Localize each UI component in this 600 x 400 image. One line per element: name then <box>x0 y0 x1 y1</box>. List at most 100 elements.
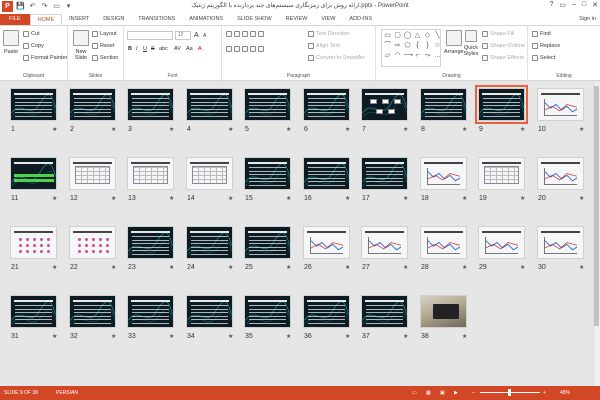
transition-star-icon[interactable]: ★ <box>462 264 467 271</box>
transition-star-icon[interactable]: ★ <box>169 195 174 202</box>
tab-transitions[interactable]: TRANSITIONS <box>131 14 182 25</box>
shape-item[interactable]: { <box>413 41 422 50</box>
quick-styles-button[interactable]: Quick Styles <box>464 30 479 57</box>
reset-button[interactable]: Reset <box>92 43 114 49</box>
slide-thumbnail[interactable] <box>361 157 408 190</box>
font-size-field[interactable]: 12 <box>175 31 191 40</box>
arrange-button[interactable]: Arrange <box>444 30 464 55</box>
slide-thumbnail[interactable] <box>244 295 291 328</box>
transition-star-icon[interactable]: ★ <box>520 195 525 202</box>
tab-file[interactable]: FILE <box>0 14 30 25</box>
shape-item[interactable]: } <box>423 41 432 50</box>
transition-star-icon[interactable]: ★ <box>403 333 408 340</box>
help-icon[interactable]: ? <box>549 1 553 9</box>
shape-item[interactable]: … <box>433 51 442 60</box>
grow-font-button[interactable]: A <box>194 32 199 39</box>
transition-star-icon[interactable]: ★ <box>520 264 525 271</box>
shape-item[interactable]: ◇ <box>423 31 432 40</box>
shrink-font-button[interactable]: A <box>203 33 206 39</box>
slide-thumbnail[interactable] <box>69 226 116 259</box>
align-text-button[interactable]: Align Text <box>308 43 340 49</box>
tab-home[interactable]: HOME <box>29 14 63 25</box>
slide-thumbnail[interactable] <box>244 157 291 190</box>
transition-star-icon[interactable]: ★ <box>286 195 291 202</box>
sign-in-link[interactable]: Sign in <box>579 14 596 25</box>
slide-thumbnail[interactable] <box>186 88 233 121</box>
tab-view[interactable]: VIEW <box>314 14 342 25</box>
change-case-button[interactable]: Aa <box>186 46 193 52</box>
slideshow-view-icon[interactable]: ▶ <box>454 390 458 396</box>
shape-item[interactable]: ☆ <box>433 41 442 50</box>
shape-outline-button[interactable]: Shape Outline <box>482 43 525 49</box>
tab-add-ins[interactable]: ADD-INS <box>342 14 379 25</box>
slide-thumbnail[interactable] <box>361 88 408 121</box>
normal-view-icon[interactable]: ▭ <box>412 390 417 396</box>
transition-star-icon[interactable]: ★ <box>286 264 291 271</box>
transition-star-icon[interactable]: ★ <box>462 195 467 202</box>
char-spacing-button[interactable]: AV <box>174 46 181 52</box>
transition-star-icon[interactable]: ★ <box>579 264 584 271</box>
transition-star-icon[interactable]: ★ <box>345 264 350 271</box>
replace-button[interactable]: Replace <box>532 43 560 49</box>
bold-button[interactable]: B <box>128 46 132 52</box>
transition-star-icon[interactable]: ★ <box>111 126 116 133</box>
slide-thumbnail[interactable] <box>420 157 467 190</box>
zoom-level[interactable]: 48% <box>560 390 570 396</box>
slide-thumbnail[interactable] <box>478 226 525 259</box>
slide-thumbnail[interactable] <box>303 157 350 190</box>
transition-star-icon[interactable]: ★ <box>579 195 584 202</box>
language-indicator[interactable]: PERSIAN <box>56 390 78 396</box>
maximize-icon[interactable]: □ <box>582 1 586 9</box>
italic-button[interactable]: I <box>136 46 138 52</box>
format-painter-button[interactable]: Format Painter <box>23 55 67 61</box>
slide-thumbnail[interactable] <box>537 157 584 190</box>
minimize-icon[interactable]: – <box>572 1 576 9</box>
find-button[interactable]: Find <box>532 31 551 37</box>
shape-item[interactable]: ◯ <box>403 31 412 40</box>
slide-thumbnail[interactable] <box>10 157 57 190</box>
zoom-out-button[interactable]: – <box>472 390 475 396</box>
slide-thumbnail[interactable] <box>69 295 116 328</box>
slide-thumbnail[interactable] <box>127 157 174 190</box>
transition-star-icon[interactable]: ★ <box>52 333 57 340</box>
slide-thumbnail[interactable] <box>420 88 467 121</box>
shape-item[interactable]: △ <box>413 31 422 40</box>
transition-star-icon[interactable]: ★ <box>52 195 57 202</box>
transition-star-icon[interactable]: ★ <box>169 264 174 271</box>
transition-star-icon[interactable]: ★ <box>520 126 525 133</box>
tab-slide-show[interactable]: SLIDE SHOW <box>230 14 279 25</box>
transition-star-icon[interactable]: ★ <box>286 333 291 340</box>
font-name-field[interactable] <box>127 31 173 40</box>
new-slide-button[interactable]: New Slide <box>72 30 90 61</box>
transition-star-icon[interactable]: ★ <box>345 195 350 202</box>
bullets-button[interactable] <box>226 31 264 37</box>
tab-insert[interactable]: INSERT <box>62 14 96 25</box>
zoom-slider-knob[interactable] <box>508 389 511 396</box>
transition-star-icon[interactable]: ★ <box>111 264 116 271</box>
text-shadow-button[interactable]: abc <box>159 46 168 52</box>
slide-thumbnail[interactable] <box>186 157 233 190</box>
shape-item[interactable]: ⟶ <box>403 51 413 60</box>
alignment-buttons[interactable] <box>226 46 264 52</box>
shape-item[interactable]: ▭ <box>383 31 392 40</box>
tab-design[interactable]: DESIGN <box>96 14 131 25</box>
reading-view-icon[interactable]: ▣ <box>440 390 445 396</box>
font-color-button[interactable]: A <box>198 46 202 52</box>
transition-star-icon[interactable]: ★ <box>462 333 467 340</box>
strikethrough-button[interactable]: S <box>151 46 155 52</box>
slide-thumbnail[interactable] <box>69 88 116 121</box>
text-direction-button[interactable]: Text Direction <box>308 31 349 37</box>
shapes-gallery[interactable]: ▭ ▢ ◯ △ ◇ ╲ ⌒ ⇨ ⬠ { } ☆ ▱ ◠ ⟶ ⌐ ⤳ … <box>381 29 441 67</box>
paste-button[interactable]: Paste <box>3 30 19 55</box>
transition-star-icon[interactable]: ★ <box>228 264 233 271</box>
slide-thumbnail[interactable] <box>537 226 584 259</box>
shape-item[interactable]: ╲ <box>433 31 442 40</box>
scrollbar-thumb[interactable] <box>594 86 599 326</box>
transition-star-icon[interactable]: ★ <box>579 126 584 133</box>
slide-thumbnail[interactable] <box>69 157 116 190</box>
section-button[interactable]: Section <box>92 55 118 61</box>
tab-review[interactable]: REVIEW <box>279 14 315 25</box>
ribbon-display-icon[interactable]: ▭ <box>559 1 566 9</box>
slide-thumbnail[interactable] <box>10 226 57 259</box>
slide-thumbnail[interactable] <box>420 295 467 328</box>
